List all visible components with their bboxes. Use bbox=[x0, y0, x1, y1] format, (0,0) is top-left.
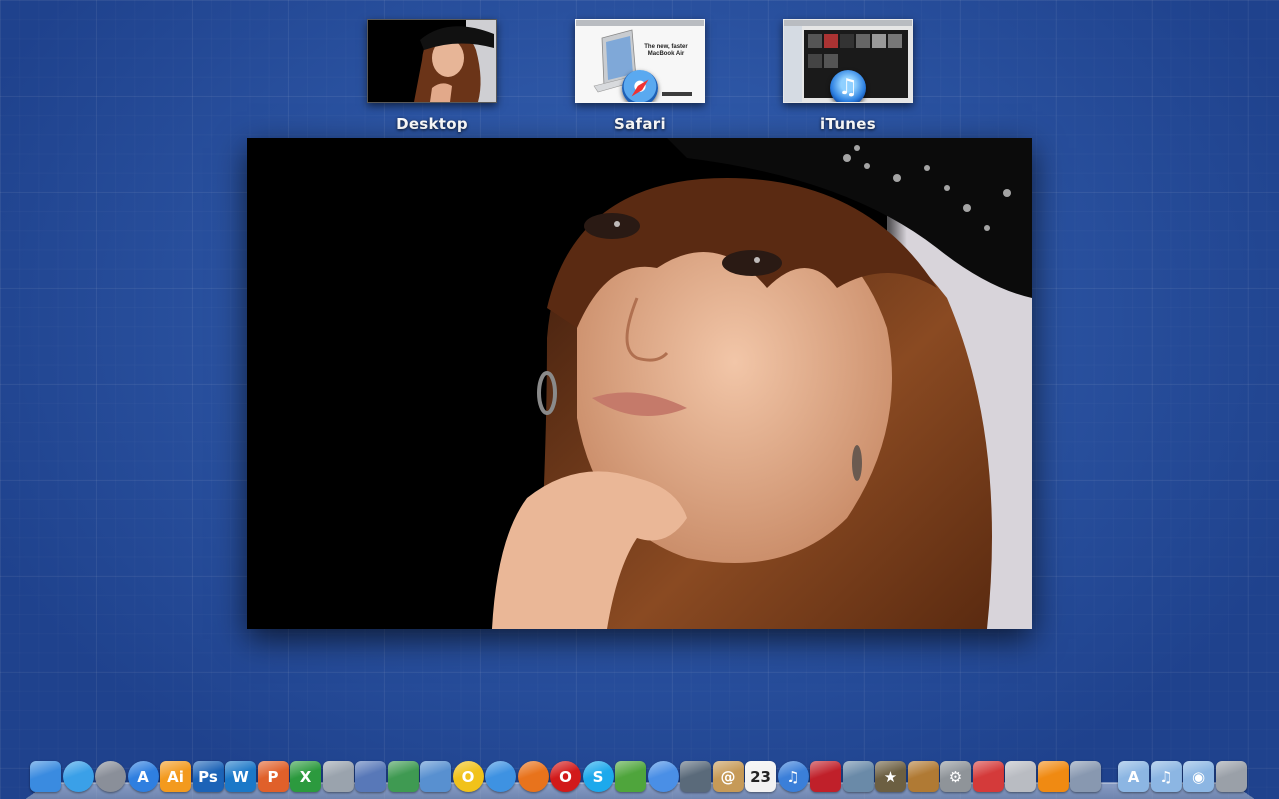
open-office-icon[interactable]: O bbox=[452, 761, 484, 792]
dock: A Ai Ps W P X O O S @23 ♫ ★ ⚙ A ♫ ◉ bbox=[30, 754, 1247, 792]
safari-icon[interactable] bbox=[485, 761, 516, 792]
imovie-glyph: ★ bbox=[883, 767, 898, 786]
downloads-folder-glyph: ◉ bbox=[1191, 767, 1206, 786]
app-store-icon[interactable]: A bbox=[127, 761, 159, 792]
trash-icon[interactable] bbox=[1215, 761, 1247, 792]
messenger-icon[interactable] bbox=[615, 761, 646, 792]
skype-icon[interactable]: S bbox=[582, 761, 614, 792]
open-office-glyph: O bbox=[461, 767, 475, 786]
finder-icon[interactable] bbox=[30, 761, 61, 792]
space-desktop[interactable]: Desktop bbox=[367, 19, 497, 133]
safari-window-thumbnail[interactable]: The new, faster MacBook Air bbox=[575, 19, 705, 103]
preview-icon[interactable] bbox=[420, 761, 451, 792]
opera-icon[interactable]: O bbox=[550, 761, 581, 792]
preview-photos-icon[interactable] bbox=[1070, 761, 1101, 792]
excel-glyph: X bbox=[299, 767, 312, 786]
garageband-icon[interactable] bbox=[907, 761, 939, 792]
itunes-window-thumbnail[interactable]: ♫ bbox=[783, 19, 913, 103]
dock-separator bbox=[1103, 762, 1117, 792]
itunes-glyph: ♫ bbox=[786, 767, 800, 786]
address-book-glyph: @ bbox=[720, 767, 736, 786]
illustrator-glyph: Ai bbox=[167, 767, 184, 786]
space-label-itunes: iTunes bbox=[820, 115, 876, 133]
instastats-icon[interactable] bbox=[972, 761, 1004, 792]
itunes-icon[interactable]: ♫ bbox=[777, 761, 809, 792]
script-editor-icon[interactable] bbox=[322, 761, 354, 792]
word-icon[interactable]: W bbox=[225, 761, 256, 792]
illustrator-icon[interactable]: Ai bbox=[160, 761, 191, 792]
space-itunes[interactable]: ♫ iTunes bbox=[783, 19, 913, 133]
calendar-glyph: 23 bbox=[750, 767, 771, 786]
downloads-folder-icon[interactable]: ◉ bbox=[1183, 761, 1214, 792]
wallpaper-thumbnail-image bbox=[368, 20, 496, 102]
app-store-glyph: A bbox=[137, 767, 149, 786]
itunes-badge-icon: ♫ bbox=[830, 70, 866, 102]
keynote-icon[interactable] bbox=[355, 761, 386, 792]
powerpoint-glyph: P bbox=[267, 767, 279, 786]
space-label-safari: Safari bbox=[614, 115, 666, 133]
space-safari[interactable]: The new, faster MacBook Air Safari bbox=[575, 19, 705, 133]
mission-control-desktop: Desktop The new, faster MacBook Air Safa… bbox=[0, 0, 1279, 799]
desktop-thumbnail[interactable] bbox=[367, 19, 497, 103]
applications-folder-glyph: A bbox=[1127, 767, 1140, 786]
word-glyph: W bbox=[232, 767, 249, 786]
ichat-icon[interactable] bbox=[647, 761, 679, 792]
photoshop-icon[interactable]: Ps bbox=[192, 761, 224, 792]
excel-icon[interactable]: X bbox=[290, 761, 321, 792]
safari-thumb-headline: The new, faster MacBook Air bbox=[644, 44, 688, 57]
network-globe-icon[interactable] bbox=[62, 761, 94, 792]
wallpaper-window[interactable] bbox=[247, 138, 1032, 629]
photo-booth-icon[interactable] bbox=[810, 761, 841, 792]
powerpoint-icon[interactable]: P bbox=[257, 761, 289, 792]
launchpad-rocket-icon[interactable] bbox=[95, 761, 126, 792]
safari-badge-icon bbox=[622, 70, 658, 102]
address-book-icon[interactable]: @ bbox=[712, 761, 744, 792]
photoshop-glyph: Ps bbox=[198, 767, 218, 786]
music-folder-icon[interactable]: ♫ bbox=[1150, 761, 1182, 792]
vlc-icon[interactable] bbox=[1037, 761, 1069, 792]
applications-folder-icon[interactable]: A bbox=[1118, 761, 1149, 792]
music-folder-glyph: ♫ bbox=[1159, 767, 1173, 786]
iphoto-icon[interactable] bbox=[842, 761, 874, 792]
opera-glyph: O bbox=[559, 767, 572, 786]
space-label-desktop: Desktop bbox=[396, 115, 468, 133]
facetime-icon[interactable] bbox=[680, 761, 711, 792]
firefox-icon[interactable] bbox=[517, 761, 549, 792]
calendar-icon[interactable]: 23 bbox=[745, 761, 776, 792]
portrait-photo bbox=[247, 138, 1032, 629]
skype-glyph: S bbox=[592, 767, 604, 786]
imovie-icon[interactable]: ★ bbox=[875, 761, 906, 792]
system-preferences-glyph: ⚙ bbox=[948, 767, 963, 786]
system-preferences-icon[interactable]: ⚙ bbox=[940, 761, 971, 792]
time-machine-icon[interactable] bbox=[1005, 761, 1036, 792]
numbers-icon[interactable] bbox=[387, 761, 419, 792]
